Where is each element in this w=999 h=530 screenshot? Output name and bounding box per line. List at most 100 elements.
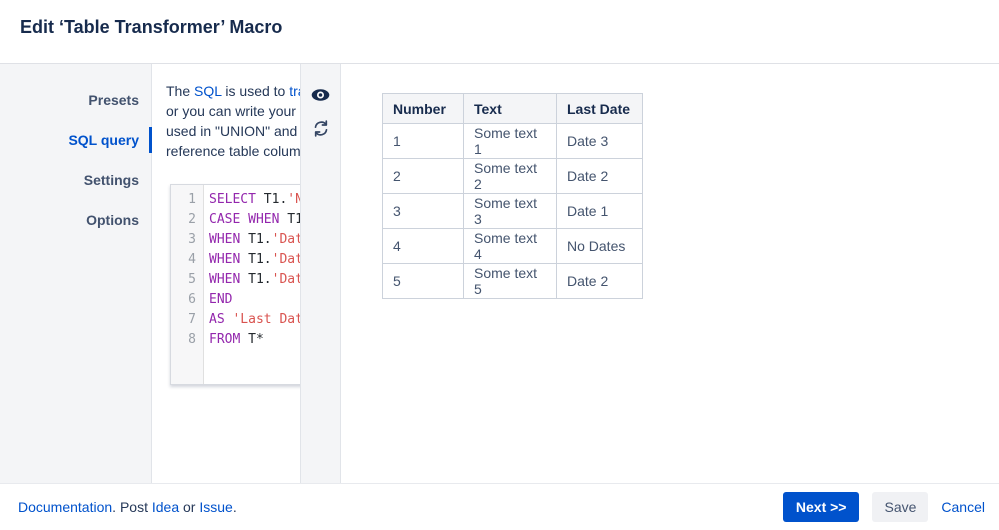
table-cell: Some text 1 xyxy=(463,123,557,159)
line-number: 5 xyxy=(188,272,196,287)
code-line: AS 'Last Date' xyxy=(209,310,300,330)
static-text: or you can write your own xyxy=(166,103,300,119)
code-token: 'Date 1' xyxy=(271,232,300,247)
issue-link[interactable]: Issue xyxy=(199,499,232,515)
sql-code-editor[interactable]: 12345678 SELECT T1.'Number'CASE WHEN T1.… xyxy=(170,184,300,385)
code-token: WHEN xyxy=(248,212,280,227)
static-text: is used to xyxy=(221,83,290,99)
table-cell: 2 xyxy=(382,158,464,194)
refresh-icon[interactable] xyxy=(310,117,332,139)
table-cell: Some text 4 xyxy=(463,228,557,264)
code-token: WHEN xyxy=(209,232,241,247)
code-token: AS xyxy=(209,312,225,327)
sidebar-item-label: Settings xyxy=(83,172,139,188)
table-cell: 5 xyxy=(382,263,464,299)
static-text: . xyxy=(232,499,237,515)
sidebar-tab-list: Presets SQL query Settings Options xyxy=(0,80,152,240)
table-row: 2 Some text 2 Date 2 xyxy=(382,158,643,194)
table-cell: Some text 3 xyxy=(463,193,557,229)
code-token: SELECT xyxy=(209,192,256,207)
sql-query-panel: The SQL is used to transform or you can w… xyxy=(152,64,300,483)
table-cell: 1 xyxy=(382,123,464,159)
macro-description: The SQL is used to transform or you can w… xyxy=(166,81,300,161)
sidebar-item-label: Presets xyxy=(88,92,139,108)
dialog-body: Presets SQL query Settings Options The SQL … xyxy=(0,63,999,483)
preview-table: Number Text Last Date 1 Some text 1 Date 32S… xyxy=(382,93,643,299)
page-title: Edit ‘Table Transformer’ Macro xyxy=(20,17,283,37)
sidebar-item-label: SQL query xyxy=(68,132,139,148)
line-number: 6 xyxy=(188,292,196,307)
static-text: The xyxy=(166,83,195,99)
editor-toolbar xyxy=(300,64,341,483)
static-text: or xyxy=(179,499,200,515)
table-row: 5 Some text 5 Date 2 xyxy=(382,263,643,299)
code-token: T1. xyxy=(240,272,272,287)
code-token: T1. xyxy=(287,212,300,227)
table-header-cell: Text xyxy=(463,93,557,124)
sidebar-item-presets[interactable]: Presets xyxy=(0,80,151,120)
line-number: 1 xyxy=(188,192,196,207)
code-token: CASE xyxy=(209,212,241,227)
idea-link[interactable]: Idea xyxy=(152,499,179,515)
table-row: 1 Some text 1 Date 3 xyxy=(382,123,643,159)
code-line: WHEN T1.'Date 1' xyxy=(209,230,300,250)
line-number: 7 xyxy=(188,312,196,327)
line-number: 8 xyxy=(188,332,196,347)
code-line: WHEN T1.'Date 3' xyxy=(209,270,300,290)
table-header-row: Number Text Last Date xyxy=(382,93,643,124)
code-token: 'Date 2' xyxy=(271,252,300,267)
table-cell: No Dates xyxy=(556,228,643,264)
code-line: END xyxy=(209,290,300,310)
table-cell: Some text 2 xyxy=(463,158,557,194)
line-number: 2 xyxy=(188,212,196,227)
table-cell: Some text 5 xyxy=(463,263,557,299)
code-token: 'Number' xyxy=(287,192,300,207)
table-cell: Date 3 xyxy=(556,123,643,159)
sidebar-item-sql-query[interactable]: SQL query xyxy=(0,120,152,160)
cancel-link[interactable]: Cancel xyxy=(941,499,985,515)
table-cell: Date 1 xyxy=(556,193,643,229)
code-token: T1. xyxy=(240,232,272,247)
code-token: T1. xyxy=(240,252,272,267)
table-row: 3 Some text 3 Date 1 xyxy=(382,193,643,229)
static-text: reference table columns xyxy=(166,143,300,159)
preview-pane: Number Text Last Date 1 Some text 1 Date 32S… xyxy=(342,64,999,483)
table-cell: 3 xyxy=(382,193,464,229)
static-text: used in "UNION" and the xyxy=(166,123,300,139)
table-row: 4 Some text 4 No Dates xyxy=(382,228,643,264)
code-area[interactable]: SELECT T1.'Number'CASE WHEN T1.WHEN T1.'… xyxy=(204,185,300,384)
code-line: WHEN T1.'Date 2' xyxy=(209,250,300,270)
sidebar: Presets SQL query Settings Options xyxy=(0,64,152,483)
table-header-cell: Number xyxy=(382,93,464,124)
code-token: WHEN xyxy=(209,252,241,267)
code-token: FROM xyxy=(209,332,241,347)
code-line: CASE WHEN T1. xyxy=(209,210,300,230)
code-token: END xyxy=(209,292,233,307)
documentation-link[interactable]: Documentation xyxy=(18,499,112,515)
sidebar-item-settings[interactable]: Settings xyxy=(0,160,151,200)
line-number: 4 xyxy=(188,252,196,267)
inline-link[interactable]: SQL xyxy=(194,83,222,99)
code-token: 'Date 3' xyxy=(271,272,300,287)
footer-links: Documentation. Post Idea or Issue. xyxy=(18,499,237,515)
table-cell: 4 xyxy=(382,228,464,264)
code-token: T* xyxy=(240,332,264,347)
save-button[interactable]: Save xyxy=(872,492,929,522)
next-button[interactable]: Next >> xyxy=(782,492,860,522)
code-token: 'Last Date' xyxy=(232,312,300,327)
macro-editor-dialog: Edit ‘Table Transformer’ Macro Presets SQ… xyxy=(0,0,999,530)
dialog-header: Edit ‘Table Transformer’ Macro xyxy=(0,0,999,63)
inline-link[interactable]: transform xyxy=(289,83,300,99)
footer-actions: Next >> Save Cancel xyxy=(782,492,985,522)
code-token: T1. xyxy=(255,192,288,207)
code-line: SELECT T1.'Number' xyxy=(209,190,300,210)
code-line: FROM T* xyxy=(209,330,300,350)
sidebar-item-label: Options xyxy=(86,212,139,228)
static-text: . Post xyxy=(112,499,152,515)
dialog-footer: Documentation. Post Idea or Issue. Next … xyxy=(0,483,999,530)
code-token: WHEN xyxy=(209,272,241,287)
sidebar-item-options[interactable]: Options xyxy=(0,200,151,240)
table-header-cell: Last Date xyxy=(556,93,643,124)
eye-icon[interactable] xyxy=(310,84,332,106)
